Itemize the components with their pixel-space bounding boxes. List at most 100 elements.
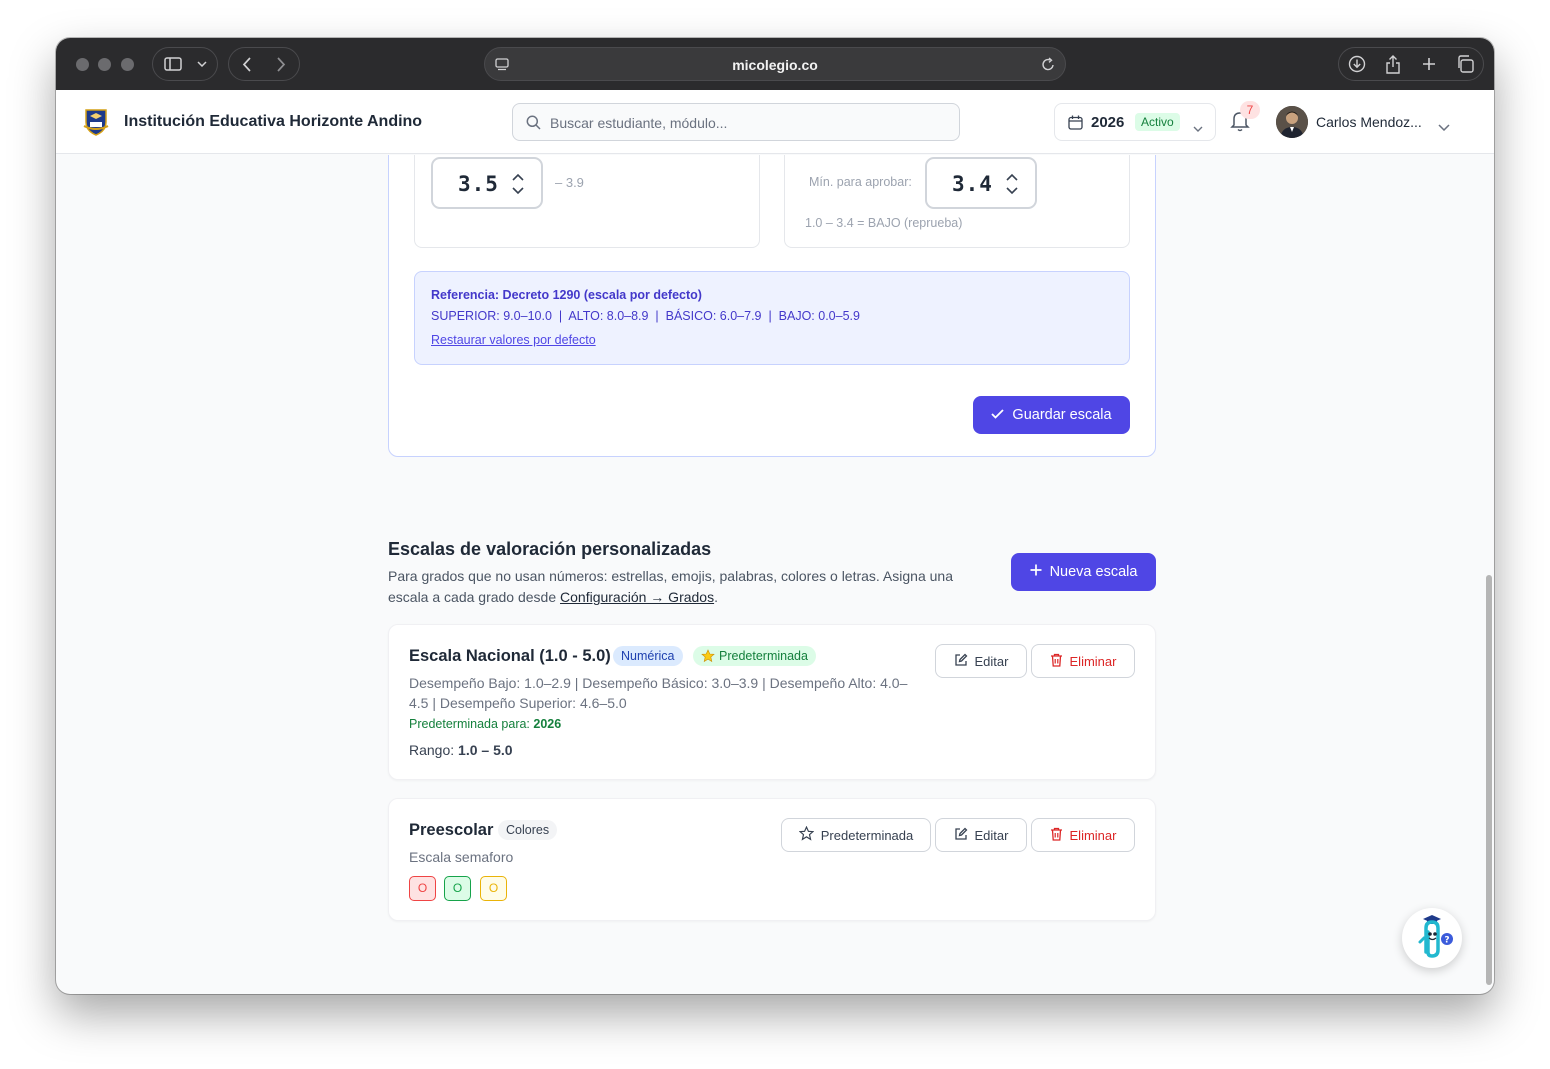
url-text: micolegio.co bbox=[732, 57, 818, 73]
help-assistant-button[interactable]: ? bbox=[1402, 908, 1462, 968]
band-min-value: 3.5 bbox=[458, 172, 499, 196]
reference-ranges: SUPERIOR: 9.0–10.0 | ALTO: 8.0–8.9 | BÁS… bbox=[431, 309, 860, 323]
download-icon[interactable] bbox=[1339, 48, 1375, 80]
custom-scales-description: Para grados que no usan números: estrell… bbox=[388, 566, 988, 608]
scale-card-nacional: Escala Nacional (1.0 - 5.0) Numérica Pre… bbox=[388, 624, 1156, 780]
range-value: 1.0 – 5.0 bbox=[458, 742, 513, 758]
edit-icon bbox=[954, 653, 968, 670]
trash-icon bbox=[1050, 827, 1063, 844]
description-end: . bbox=[714, 589, 718, 605]
scale-card-preescolar: Preescolar Colores Escala semaforo O O O… bbox=[388, 798, 1156, 921]
share-icon[interactable] bbox=[1375, 48, 1411, 80]
scale-type-tag: Colores bbox=[498, 820, 558, 840]
stepper-icon[interactable] bbox=[511, 171, 525, 197]
min-pass-value: 3.4 bbox=[952, 172, 993, 196]
scale-type-tag: Numérica bbox=[613, 646, 683, 666]
plus-icon bbox=[1030, 564, 1042, 580]
save-scale-label: Guardar escala bbox=[1012, 407, 1112, 423]
default-tag: Predeterminada bbox=[693, 646, 816, 666]
sidebar-toggle-group[interactable] bbox=[152, 47, 218, 81]
color-chip-yellow: O bbox=[480, 876, 507, 901]
selected-year: 2026 bbox=[1091, 114, 1125, 131]
delete-button[interactable]: Eliminar bbox=[1031, 818, 1135, 852]
range-label: Rango: bbox=[409, 742, 455, 758]
min-pass-input[interactable]: 3.4 bbox=[925, 157, 1037, 209]
app-header: Institución Educativa Horizonte Andino B… bbox=[56, 90, 1494, 154]
edit-label: Editar bbox=[974, 827, 1009, 843]
set-default-button[interactable]: Predeterminada bbox=[781, 818, 931, 852]
window-actions-group bbox=[1338, 47, 1484, 81]
chevron-down-icon[interactable] bbox=[1438, 118, 1450, 136]
edit-button[interactable]: Editar bbox=[935, 818, 1027, 852]
band-box-left: 3.5 – 3.9 bbox=[414, 155, 760, 248]
new-scale-button[interactable]: Nueva escala bbox=[1011, 553, 1156, 591]
fail-range-note: 1.0 – 3.4 = BAJO (reprueba) bbox=[805, 216, 963, 230]
color-chip-green: O bbox=[444, 876, 471, 901]
address-bar[interactable]: micolegio.co bbox=[484, 47, 1066, 81]
default-for-line: Predeterminada para: 2026 bbox=[409, 717, 561, 731]
edit-button[interactable]: Editar bbox=[935, 644, 1027, 678]
edit-icon bbox=[954, 827, 968, 844]
grades-config-link[interactable]: Configuración → Grados bbox=[560, 589, 714, 605]
main-content: 3.5 – 3.9 Mín. para aprobar: 3.4 1.0 – 3… bbox=[56, 155, 1494, 994]
avatar[interactable] bbox=[1276, 106, 1308, 138]
star-outline-icon bbox=[798, 825, 815, 844]
sidebar-icon[interactable] bbox=[153, 48, 193, 80]
reference-title: Referencia: Decreto 1290 (escala por def… bbox=[431, 288, 702, 302]
new-tab-icon[interactable] bbox=[1411, 48, 1447, 80]
minimize-window-button[interactable] bbox=[98, 58, 111, 71]
band-box-right: Mín. para aprobar: 3.4 1.0 – 3.4 = BAJO … bbox=[784, 155, 1130, 248]
restore-defaults-link[interactable]: Restaurar valores por defecto bbox=[431, 333, 596, 347]
band-min-input[interactable]: 3.5 bbox=[431, 157, 543, 209]
browser-toolbar: micolegio.co bbox=[56, 38, 1494, 90]
school-year-select[interactable]: 2026 Activo bbox=[1054, 103, 1216, 141]
year-status-badge: Activo bbox=[1135, 113, 1180, 131]
check-icon bbox=[991, 407, 1005, 423]
chevron-down-icon bbox=[1193, 119, 1203, 137]
scale-description: Desempeño Bajo: 1.0–2.9 | Desempeño Bási… bbox=[409, 675, 908, 711]
delete-button[interactable]: Eliminar bbox=[1031, 644, 1135, 678]
new-scale-label: Nueva escala bbox=[1049, 564, 1138, 580]
scale-config-card: 3.5 – 3.9 Mín. para aprobar: 3.4 1.0 – 3… bbox=[388, 155, 1156, 457]
color-chip-red: O bbox=[409, 876, 436, 901]
custom-scales-title: Escalas de valoración personalizadas bbox=[388, 539, 712, 559]
delete-label: Eliminar bbox=[1069, 653, 1117, 669]
default-for-label: Predeterminada para: bbox=[409, 717, 530, 731]
school-logo-icon[interactable] bbox=[82, 106, 110, 136]
set-default-label: Predeterminada bbox=[820, 827, 914, 843]
svg-text:?: ? bbox=[1444, 936, 1449, 946]
scale-name: Preescolar bbox=[409, 821, 494, 839]
star-icon bbox=[701, 649, 715, 669]
school-name[interactable]: Institución Educativa Horizonte Andino bbox=[124, 113, 422, 131]
reload-icon[interactable] bbox=[1041, 57, 1055, 77]
default-tag-label: Predeterminada bbox=[719, 649, 808, 663]
scale-description: Escala semaforo bbox=[409, 849, 514, 865]
search-placeholder: Buscar estudiante, módulo... bbox=[550, 115, 728, 131]
range-line: Rango: 1.0 – 5.0 bbox=[409, 742, 513, 758]
assistant-mascot-icon: ? bbox=[1418, 915, 1453, 958]
user-name[interactable]: Carlos Mendoz... bbox=[1316, 114, 1422, 130]
scale-name: Escala Nacional (1.0 - 5.0) bbox=[409, 647, 611, 665]
save-scale-button[interactable]: Guardar escala bbox=[973, 396, 1130, 434]
min-pass-label: Mín. para aprobar: bbox=[809, 175, 912, 189]
forward-icon[interactable] bbox=[264, 48, 299, 80]
delete-label: Eliminar bbox=[1069, 827, 1117, 843]
browser-window: micolegio.co Institución Educativa Horiz… bbox=[56, 38, 1494, 994]
reference-info-box: Referencia: Decreto 1290 (escala por def… bbox=[414, 271, 1130, 365]
back-icon[interactable] bbox=[229, 48, 264, 80]
stepper-icon[interactable] bbox=[1005, 171, 1019, 197]
search-icon bbox=[526, 115, 541, 135]
history-nav-group bbox=[228, 47, 300, 81]
notifications-count-badge: 7 bbox=[1240, 101, 1260, 119]
chevron-down-icon[interactable] bbox=[193, 48, 211, 80]
search-input[interactable]: Buscar estudiante, módulo... bbox=[512, 103, 960, 141]
close-window-button[interactable] bbox=[76, 58, 89, 71]
calendar-icon bbox=[1068, 115, 1083, 135]
trash-icon bbox=[1050, 653, 1063, 670]
band-upper-value: – 3.9 bbox=[555, 175, 584, 190]
zoom-window-button[interactable] bbox=[121, 58, 134, 71]
default-for-year: 2026 bbox=[533, 717, 562, 731]
tab-overview-icon[interactable] bbox=[1447, 48, 1483, 80]
page-scrollbar[interactable] bbox=[1486, 575, 1492, 985]
edit-label: Editar bbox=[974, 653, 1009, 669]
